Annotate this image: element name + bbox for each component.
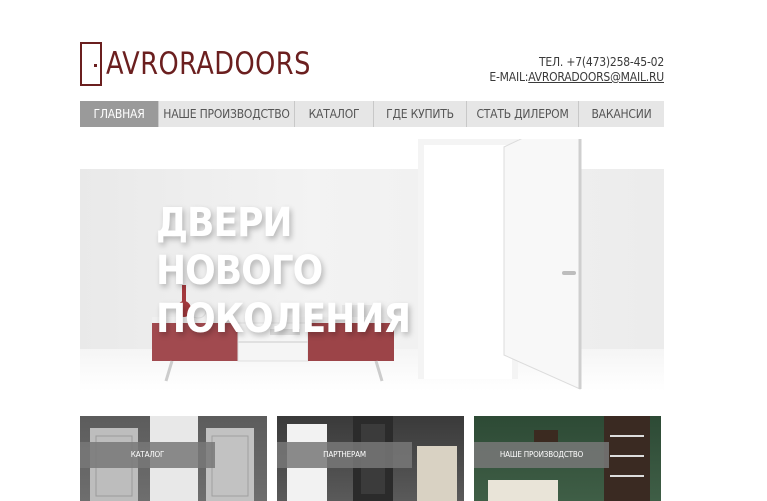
tile-partners[interactable]: ПАРТНЕРАМ [277,416,464,501]
tile-catalog-label: КАТАЛОГ [80,442,215,468]
logo-text: AVRORADOORS [106,45,311,82]
tile-catalog[interactable]: КАТАЛОГ [80,416,267,501]
hero-banner[interactable]: ДВЕРИ НОВОГО ПОКОЛЕНИЯ [80,139,664,391]
main-nav: ГЛАВНАЯ НАШЕ ПРОИЗВОДСТВО КАТАЛОГ ГДЕ КУ… [80,101,664,127]
tile-production[interactable]: НАШЕ ПРОИЗВОДСТВО [474,416,661,501]
nav-item-become-dealer[interactable]: СТАТЬ ДИЛЕРОМ [467,101,579,127]
contacts: ТЕЛ. +7(473)258-45-02 E-MAIL:AVRORADOORS… [489,55,664,85]
hero-title-line1: ДВЕРИ НОВОГО [156,200,323,294]
email-line: E-MAIL:AVRORADOORS@MAIL.RU [489,70,664,85]
nav-item-production[interactable]: НАШЕ ПРОИЗВОДСТВО [159,101,295,127]
nav-item-vacancies[interactable]: ВАКАНСИИ [579,101,664,127]
hero-title-line2: ПОКОЛЕНИЯ [156,296,411,342]
cabinet-leg-right [374,360,384,382]
tile-production-label: НАШЕ ПРОИЗВОДСТВО [474,442,609,468]
hero-title: ДВЕРИ НОВОГО ПОКОЛЕНИЯ [156,199,456,343]
door-handle-icon [562,271,576,275]
tile-partners-label: ПАРТНЕРАМ [277,442,412,468]
nav-item-catalog[interactable]: КАТАЛОГ [295,101,374,127]
email-link[interactable]: AVRORADOORS@MAIL.RU [528,70,664,84]
door-panel-shape [503,139,581,390]
logo[interactable]: AVRORADOORS [80,42,329,86]
nav-item-home[interactable]: ГЛАВНАЯ [80,101,159,127]
nav-item-where-to-buy[interactable]: ГДЕ КУПИТЬ [374,101,467,127]
cabinet-leg-left [164,360,174,382]
phone-text: ТЕЛ. +7(473)258-45-02 [539,55,664,69]
door-logo-icon [80,42,102,86]
email-prefix: E-MAIL: [489,70,529,84]
